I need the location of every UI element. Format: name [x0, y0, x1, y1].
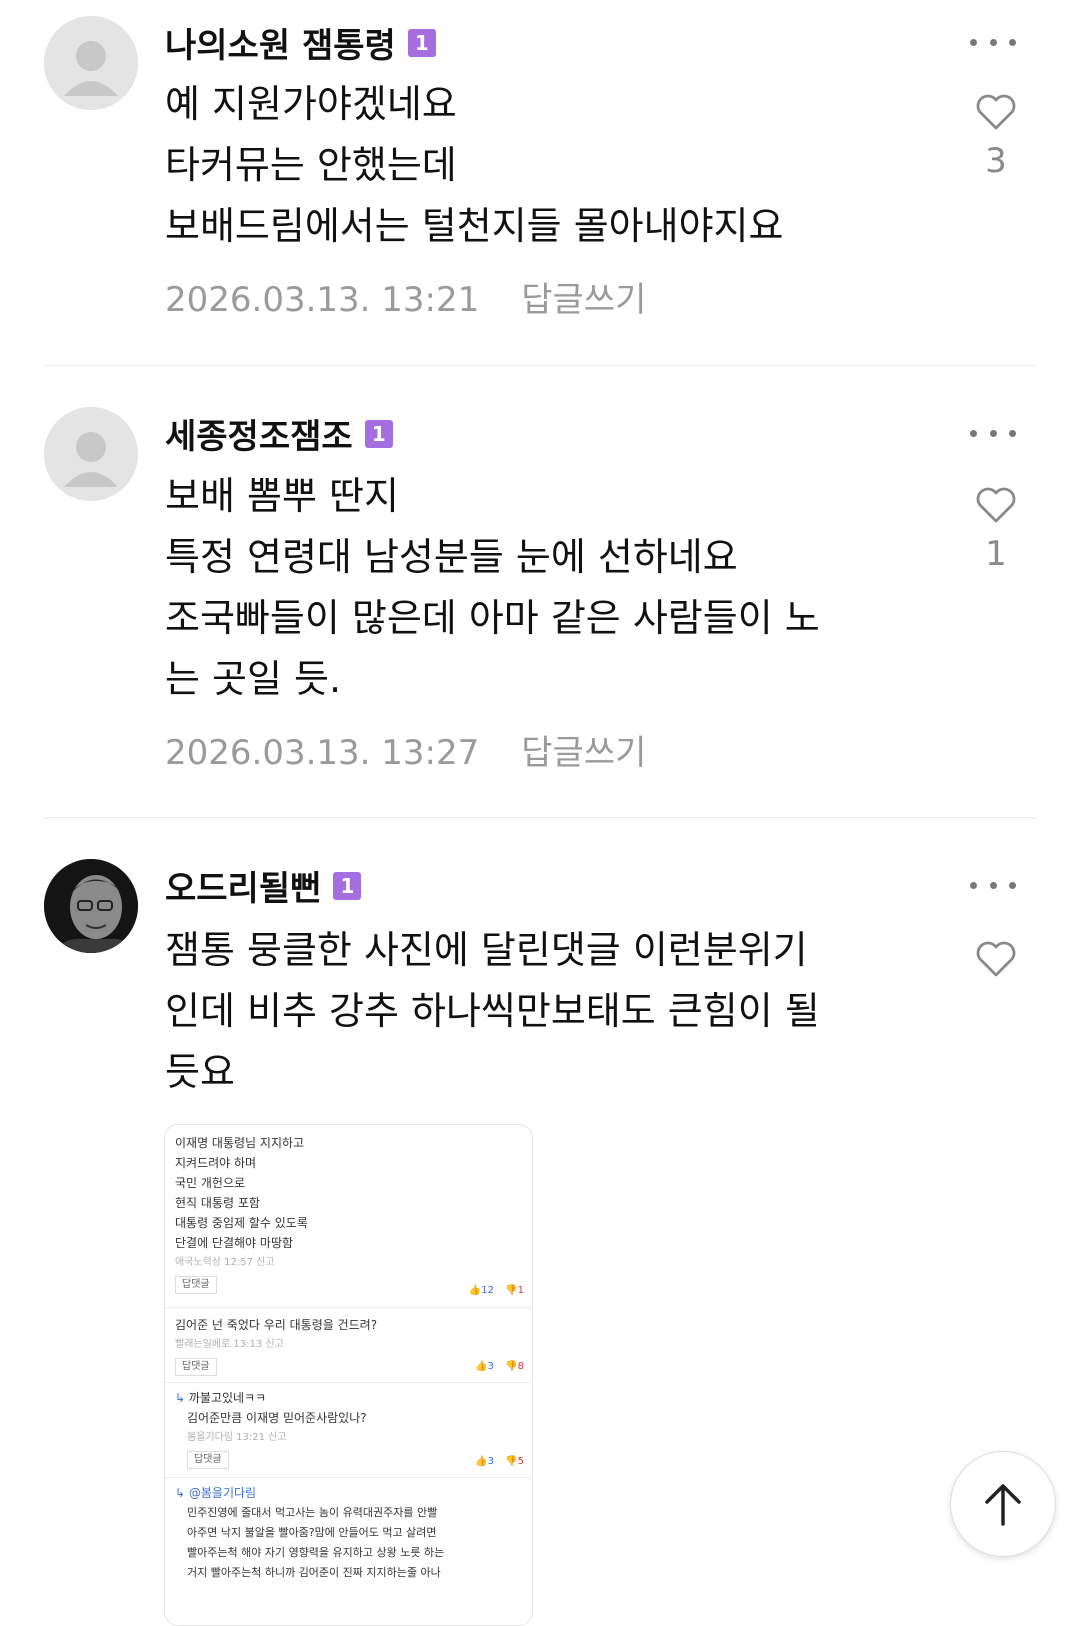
embedded-line: 김어준 넌 죽었다 우리 대통령을 건드려?	[175, 1318, 378, 1332]
embedded-line: 민주진영에 줄대서 먹고사는 놈이 유력대권주자를 안빨	[187, 1506, 438, 1519]
embedded-line: 거지 빨아주는척 하니까 김어준이 진짜 지지하는줄 아나	[187, 1566, 441, 1579]
divider	[44, 817, 1036, 818]
divider	[165, 1477, 532, 1478]
embedded-reply-button: 답댓글	[175, 1276, 217, 1294]
avatar[interactable]	[44, 16, 138, 110]
embedded-meta: 봄을기다림 13:21 신고	[187, 1432, 287, 1443]
embedded-reply-button: 답댓글	[175, 1358, 217, 1376]
comment-text: 보배 뽐뿌 딴지 특정 연령대 남성분들 눈에 선하네요 조국빠들이 많은데 아…	[165, 474, 820, 701]
divider	[165, 1382, 532, 1383]
embedded-line: 단결에 단결해야 마땅함	[175, 1236, 294, 1250]
comment-date: 2026.03.13. 13:21	[165, 280, 480, 320]
comment-author[interactable]: 세종정조잼조 1	[165, 409, 393, 458]
nickname[interactable]: 오드리될뻔	[165, 861, 321, 910]
embedded-votes: 👍12 👎1	[469, 1285, 524, 1296]
embedded-meta: 애국노력상 12:57 신고	[175, 1257, 275, 1268]
comment-meta: 2026.03.13. 13:21 답글쓰기	[165, 272, 646, 321]
nickname[interactable]: 나의소원 잼통령	[165, 18, 396, 67]
embedded-line: 까불고있네ㅋㅋ	[188, 1391, 267, 1405]
reply-arrow-icon: ↳	[175, 1391, 189, 1405]
divider	[44, 365, 1036, 366]
avatar[interactable]	[44, 407, 138, 501]
comment-text: 예 지원가야겠네요 타커뮤는 안했는데 보배드림에서는 털천지들 몰아내야지요	[165, 82, 784, 248]
embedded-comment: ↳ @봄을기다림 민주진영에 줄대서 먹고사는 놈이 유력대권주자를 안빨 아주…	[175, 1483, 524, 1583]
default-avatar-icon	[44, 407, 138, 501]
thumbs-down-icon: 👎	[505, 1285, 518, 1296]
embedded-line: 이재명 대통령님 지지하고	[175, 1136, 305, 1150]
embedded-line: 아주면 낙지 불알을 빨아줌?맘에 안들어도 먹고 살려면	[187, 1526, 437, 1539]
comment-author[interactable]: 나의소원 잼통령 1	[165, 18, 436, 67]
like-count: 1	[985, 534, 1007, 574]
profile-photo	[44, 859, 138, 953]
reply-button[interactable]: 답글쓰기	[521, 280, 646, 320]
like-button[interactable]: 1	[972, 486, 1020, 574]
embedded-line: 지켜드려야 하며	[175, 1156, 257, 1170]
embedded-meta: 빨래는일베로 13:13 신고	[175, 1339, 284, 1350]
like-count: 3	[985, 141, 1007, 181]
heart-outline-icon	[976, 94, 1016, 130]
level-badge-icon: 1	[364, 419, 393, 448]
attached-image[interactable]: 이재명 대통령님 지지하고 지켜드려야 하며 국민 개헌으로 현직 대통령 포함…	[164, 1124, 533, 1626]
embedded-votes: 👍3 👎5	[475, 1456, 524, 1467]
embedded-comment: 이재명 대통령님 지지하고 지켜드려야 하며 국민 개헌으로 현직 대통령 포함…	[175, 1133, 524, 1294]
embedded-upvotes: 3	[487, 1456, 494, 1467]
comment-date: 2026.03.13. 13:27	[165, 733, 480, 773]
thumbs-up-icon: 👍	[475, 1456, 488, 1467]
more-dots-icon[interactable]	[970, 423, 1016, 443]
thumbs-up-icon: 👍	[475, 1361, 488, 1372]
default-avatar-icon	[44, 16, 138, 110]
comment-meta: 2026.03.13. 13:27 답글쓰기	[165, 725, 646, 774]
nickname[interactable]: 세종정조잼조	[165, 409, 353, 458]
embedded-comment: ↳ 까불고있네ㅋㅋ 김어준만큼 이재명 믿어준사람있나? 봄을기다림 13:21…	[175, 1388, 524, 1469]
embedded-mention: @봄을기다림	[188, 1486, 257, 1500]
scroll-top-button[interactable]	[950, 1451, 1056, 1557]
embedded-votes: 👍3 👎8	[475, 1361, 524, 1372]
embedded-reply-button: 답댓글	[187, 1451, 229, 1469]
embedded-line: 김어준만큼 이재명 믿어준사람있나?	[187, 1411, 367, 1425]
heart-outline-icon	[976, 941, 1016, 977]
embedded-line: 빨아주는척 해야 자기 영향력을 유지하고 상왕 노릇 하는	[187, 1546, 445, 1559]
embedded-downvotes: 1	[517, 1285, 524, 1296]
embedded-line: 현직 대통령 포함	[175, 1196, 260, 1210]
avatar[interactable]	[44, 859, 138, 953]
divider	[165, 1307, 532, 1308]
thumbs-down-icon: 👎	[505, 1456, 518, 1467]
level-badge-icon: 1	[333, 871, 362, 900]
more-dots-icon[interactable]	[970, 32, 1016, 52]
embedded-upvotes: 12	[481, 1285, 494, 1296]
like-button[interactable]: 3	[972, 93, 1020, 181]
embedded-upvotes: 3	[487, 1361, 494, 1372]
heart-outline-icon	[976, 487, 1016, 523]
comment-author[interactable]: 오드리될뻔 1	[165, 861, 362, 910]
more-dots-icon[interactable]	[970, 875, 1016, 895]
reply-arrow-icon: ↳	[175, 1486, 189, 1500]
comment-text: 잼통 뭉클한 사진에 달린댓글 이런분위기 인데 비추 강추 하나씩만보태도 큰…	[165, 928, 820, 1094]
embedded-comment: 김어준 넌 죽었다 우리 대통령을 건드려? 빨래는일베로 13:13 신고 답…	[175, 1315, 524, 1376]
embedded-downvotes: 8	[517, 1361, 524, 1372]
reply-button[interactable]: 답글쓰기	[521, 733, 646, 773]
thumbs-down-icon: 👎	[505, 1361, 518, 1372]
thumbs-up-icon: 👍	[468, 1285, 482, 1296]
arrow-up-icon	[985, 1484, 1021, 1526]
embedded-line: 대통령 중임제 할수 있도록	[175, 1216, 308, 1230]
embedded-line: 국민 개헌으로	[175, 1176, 246, 1190]
like-button[interactable]	[972, 940, 1020, 978]
level-badge-icon: 1	[407, 28, 436, 57]
embedded-downvotes: 5	[517, 1456, 524, 1467]
